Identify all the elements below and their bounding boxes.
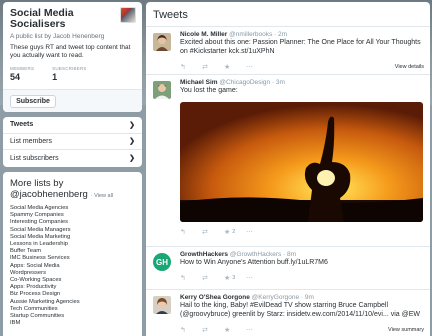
tweet-author-name[interactable]: Michael Sim <box>180 79 218 86</box>
subscribers-stat[interactable]: SUBSCRIBERS 1 <box>52 66 86 82</box>
more-lists-list: Social Media Agencies Spammy Companies Int… <box>10 205 135 327</box>
tweets-timeline: Tweets Nicole M. Miller @nmillerbooks · … <box>146 2 430 336</box>
tweet-text: You lost the game: <box>180 87 238 94</box>
list-title: Social Media Socialisers <box>10 7 74 30</box>
avatar[interactable] <box>153 81 171 99</box>
tweet-author-handle[interactable]: @nmillerbooks <box>229 31 272 38</box>
tweet-author-name[interactable]: GrowthHackers <box>180 251 228 258</box>
tweet-actions: ↰ ⇄ ★ ⋯ View details <box>180 61 424 72</box>
retweet-icon[interactable]: ⇄ <box>202 274 224 282</box>
favorite-icon[interactable]: ★ <box>224 63 246 71</box>
tweet-item[interactable]: Michael Sim @ChicagoDesign · 3m You lost… <box>146 75 430 247</box>
tweet-item[interactable]: Kerry O'Shea Gorgone @KerryGorgone · 9m … <box>146 290 430 336</box>
tweet-time[interactable]: · 8m <box>283 251 296 258</box>
chevron-right-icon: ❯ <box>129 138 135 146</box>
favorite-icon[interactable]: ★ <box>224 326 246 334</box>
subscribers-count: 1 <box>52 72 58 82</box>
tweet-time[interactable]: · 3m <box>272 79 285 86</box>
tweet-item[interactable]: GH GrowthHackers @GrowthHackers · 8m How… <box>146 247 430 290</box>
tweet-time[interactable]: · 9m <box>301 294 314 301</box>
list-link[interactable]: Social Media Agencies <box>10 205 135 212</box>
list-link[interactable]: Spammy Companies <box>10 212 135 219</box>
favorite-icon[interactable]: ★ 2 <box>224 228 246 236</box>
list-link[interactable]: Aussie Marketing Agencies <box>10 299 135 306</box>
tweet-author-handle[interactable]: @KerryGorgone <box>252 294 299 301</box>
list-stats: MEMBERS 54 SUBSCRIBERS 1 <box>10 66 135 82</box>
list-link[interactable]: Apps: Social Media <box>10 263 135 270</box>
list-link[interactable]: Co-Working Spaces <box>10 277 135 284</box>
list-link[interactable]: Wordpressers <box>10 270 135 277</box>
tweet-actions: ↰ ⇄ ★ ⋯ View summary <box>180 324 424 335</box>
tweet-text: How to Win Anyone's Attention buff.ly/1u… <box>180 259 328 266</box>
avatar[interactable]: GH <box>153 253 171 271</box>
avatar[interactable] <box>153 33 171 51</box>
reply-icon[interactable]: ↰ <box>180 274 202 282</box>
nav-item-label: List members <box>10 137 53 145</box>
tweet-item[interactable]: Nicole M. Miller @nmillerbooks · 2m Exci… <box>146 27 430 75</box>
list-link[interactable]: IBM <box>10 320 135 327</box>
view-details-link[interactable]: View details <box>395 64 424 70</box>
list-link[interactable]: Startup Communities <box>10 313 135 320</box>
tweet-photo[interactable] <box>180 101 423 222</box>
favorite-count: 2 <box>232 229 236 235</box>
owner-handle-link[interactable]: @jacobhenenberg <box>10 189 88 200</box>
more-lists-title: More lists by <box>10 178 64 189</box>
list-description: These guys RT and tweet top content that… <box>10 44 131 59</box>
view-summary-link[interactable]: View summary <box>388 327 424 333</box>
list-link[interactable]: Buffer Team <box>10 248 135 255</box>
nav-item-label: List subscribers <box>10 154 59 162</box>
list-link[interactable]: Apps: Productivity <box>10 284 135 291</box>
tweet-author-name[interactable]: Nicole M. Miller <box>180 31 227 38</box>
nav-item-tweets[interactable]: Tweets ❯ <box>3 117 142 134</box>
tweet-author-name[interactable]: Kerry O'Shea Gorgone <box>180 294 250 301</box>
chevron-right-icon: ❯ <box>129 121 135 129</box>
list-nav: Tweets ❯ List members ❯ List subscribers… <box>3 117 142 167</box>
favorite-icon[interactable]: ★ 3 <box>224 274 246 282</box>
more-icon[interactable]: ⋯ <box>246 63 268 71</box>
svg-text:GH: GH <box>156 258 168 267</box>
tweet-text: Excited about this one: Passion Planner:… <box>180 39 421 55</box>
retweet-icon[interactable]: ⇄ <box>202 63 224 71</box>
members-label: MEMBERS <box>10 66 35 71</box>
owner-avatar[interactable] <box>120 7 136 23</box>
list-link[interactable]: Lessons in Leadership <box>10 241 135 248</box>
more-lists-card: More lists by @jacobhenenberg · View all … <box>3 172 142 336</box>
more-icon[interactable]: ⋯ <box>246 228 268 236</box>
tweet-text: Hail to the king, Baby! #EvilDead TV sho… <box>180 302 420 318</box>
tweets-header: Tweets <box>146 2 430 27</box>
profile-footer: Subscribe <box>3 89 142 112</box>
reply-icon[interactable]: ↰ <box>180 228 202 236</box>
reply-icon[interactable]: ↰ <box>180 326 202 334</box>
chevron-right-icon: ❯ <box>129 155 135 163</box>
subscribe-button[interactable]: Subscribe <box>10 95 56 108</box>
tweet-author-handle[interactable]: @ChicagoDesign <box>219 79 270 86</box>
retweet-icon[interactable]: ⇄ <box>202 228 224 236</box>
sunset-hand-photo <box>180 101 423 222</box>
retweet-icon[interactable]: ⇄ <box>202 326 224 334</box>
list-link[interactable]: Biz Process Design <box>10 291 135 298</box>
avatar[interactable] <box>153 296 171 314</box>
tweet-author-handle[interactable]: @GrowthHackers <box>230 251 281 258</box>
list-link[interactable]: Tech Communities <box>10 306 135 313</box>
more-icon[interactable]: ⋯ <box>246 326 268 334</box>
members-count: 54 <box>10 72 21 82</box>
subscribers-label: SUBSCRIBERS <box>52 66 87 71</box>
reply-icon[interactable]: ↰ <box>180 63 202 71</box>
list-byline: A public list by Jacob Henenberg <box>10 33 105 40</box>
list-link[interactable]: Social Media Marketing <box>10 234 135 241</box>
view-all-link[interactable]: · View all <box>91 193 113 199</box>
list-link[interactable]: IMC Business Services <box>10 255 135 262</box>
favorite-count: 3 <box>232 275 236 281</box>
list-link[interactable]: Social Media Managers <box>10 227 135 234</box>
tweet-time[interactable]: · 2m <box>274 31 287 38</box>
list-link[interactable]: Interesting Companies <box>10 219 135 226</box>
tweet-actions: ↰ ⇄ ★ 3 ⋯ <box>180 273 424 284</box>
more-icon[interactable]: ⋯ <box>246 274 268 282</box>
members-stat[interactable]: MEMBERS 54 <box>10 66 34 82</box>
nav-item-label: Tweets <box>10 121 34 129</box>
tweet-actions: ↰ ⇄ ★ 2 ⋯ <box>180 227 424 238</box>
nav-item-list-subscribers[interactable]: List subscribers ❯ <box>3 150 142 167</box>
nav-item-list-members[interactable]: List members ❯ <box>3 134 142 150</box>
list-profile-card: Social Media Socialisers A public list b… <box>3 2 142 112</box>
